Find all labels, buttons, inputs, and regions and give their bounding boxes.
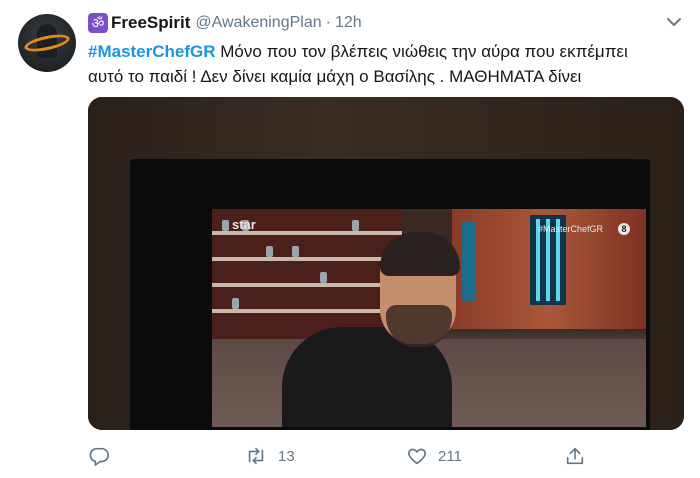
reply-icon xyxy=(89,447,109,466)
jar xyxy=(292,246,299,257)
tweet-text-line2: αυτό το παιδί ! Δεν δίνει καμία μάχη ο Β… xyxy=(88,67,582,86)
om-icon: ॐ xyxy=(88,13,108,33)
om-glyph: ॐ xyxy=(91,14,105,31)
tweet-actions: 13 211 xyxy=(88,444,688,468)
tweet-text: #MasterChefGR Μόνο που τον βλέπεις νιώθε… xyxy=(88,39,678,89)
jar xyxy=(232,298,239,309)
tweet-media-photo[interactable]: star #MasterChefGR 8 xyxy=(88,97,684,430)
jar xyxy=(266,246,273,257)
hashtag-link[interactable]: #MasterChefGR xyxy=(88,42,216,61)
retweet-count: 13 xyxy=(278,447,295,465)
share-icon xyxy=(566,447,584,465)
like-icon xyxy=(408,448,426,465)
avatar[interactable] xyxy=(18,14,76,72)
display-name[interactable]: FreeSpirit xyxy=(111,13,190,33)
caret-down-icon[interactable] xyxy=(664,14,684,30)
shelf xyxy=(212,257,402,261)
share-button[interactable] xyxy=(564,444,586,468)
jar xyxy=(320,272,327,283)
reply-button[interactable] xyxy=(88,444,120,468)
retweet-button[interactable]: 13 xyxy=(244,444,295,468)
timestamp[interactable]: 12h xyxy=(335,14,362,32)
tv-channel-number: 8 xyxy=(618,223,630,235)
shelf xyxy=(212,309,402,313)
tv-screen: star #MasterChefGR 8 xyxy=(212,209,646,427)
shelf xyxy=(212,283,402,287)
tweet-header: ॐ FreeSpirit @AwakeningPlan · 12h xyxy=(88,12,362,34)
tweet-text-line1: Μόνο που τον βλέπεις νιώθεις την αύρα πο… xyxy=(215,42,628,61)
retweet-icon xyxy=(248,447,264,465)
tv-channel-logo: star xyxy=(232,217,256,232)
like-button[interactable]: 211 xyxy=(406,444,462,468)
tv-show-tag: #MasterChefGR xyxy=(538,224,604,234)
jar xyxy=(352,220,359,231)
jar xyxy=(222,220,229,231)
separator-dot: · xyxy=(325,14,331,31)
like-count: 211 xyxy=(438,447,462,465)
user-handle[interactable]: @AwakeningPlan xyxy=(195,14,321,32)
neon-column xyxy=(462,221,476,301)
